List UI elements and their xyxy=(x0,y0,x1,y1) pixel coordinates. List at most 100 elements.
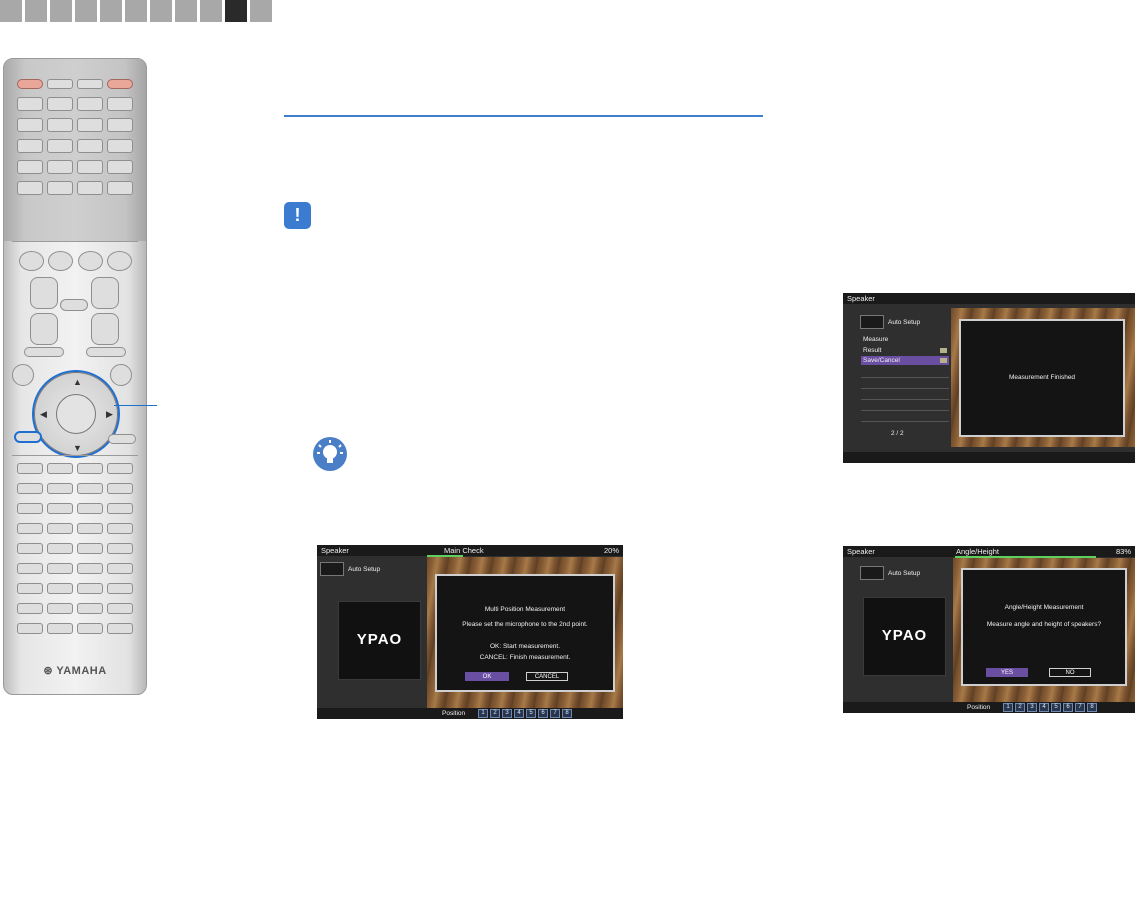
chapter-tab[interactable] xyxy=(50,0,72,22)
menu-separator xyxy=(861,399,949,400)
position-box: 7 xyxy=(550,709,560,718)
power-button xyxy=(17,79,43,89)
remote-button xyxy=(77,463,103,474)
progress-percent: 83% xyxy=(1115,547,1131,556)
volume-down-button xyxy=(30,313,58,345)
ok-line: OK: Start measurement. xyxy=(489,643,561,650)
arrow-left-icon: ◀ xyxy=(40,409,47,419)
remote-button xyxy=(48,251,73,271)
remote-button xyxy=(77,139,103,153)
remote-button xyxy=(17,623,43,634)
remote-button xyxy=(47,603,73,614)
remote-button xyxy=(47,503,73,514)
dialog-message: Measurement Finished xyxy=(1008,374,1076,381)
remote-button xyxy=(17,483,43,494)
return-button-highlight xyxy=(14,431,42,443)
remote-button xyxy=(17,181,43,195)
remote-button xyxy=(107,463,133,474)
dialog-title: Angle/Height Measurement xyxy=(1004,604,1084,611)
position-box: 3 xyxy=(1027,703,1037,712)
yes-button[interactable]: YES xyxy=(986,668,1028,677)
remote-button xyxy=(108,434,136,444)
chapter-tab[interactable] xyxy=(100,0,122,22)
remote-button xyxy=(107,483,133,494)
position-box: 6 xyxy=(538,709,548,718)
remote-button xyxy=(77,603,103,614)
remote-button xyxy=(17,118,43,132)
exclamation-icon: ! xyxy=(284,202,311,229)
enter-button xyxy=(56,394,96,434)
position-box: 8 xyxy=(562,709,572,718)
remote-button xyxy=(24,347,64,357)
menu-item-label: Result xyxy=(863,347,882,354)
auto-setup-icon xyxy=(320,562,344,576)
position-box: 4 xyxy=(1039,703,1049,712)
remote-button xyxy=(17,603,43,614)
chapter-tab[interactable] xyxy=(250,0,272,22)
remote-button xyxy=(107,603,133,614)
auto-setup-label: Auto Setup xyxy=(348,566,381,573)
position-label: Position xyxy=(967,704,991,711)
remote-button xyxy=(107,160,133,174)
no-button[interactable]: NO xyxy=(1049,668,1091,677)
chapter-tab[interactable] xyxy=(0,0,22,22)
ypao-logo-box: YPAO xyxy=(338,601,421,680)
arrow-down-icon: ▼ xyxy=(73,443,82,453)
remote-divider xyxy=(12,455,138,456)
position-box: 5 xyxy=(1051,703,1061,712)
screen-footer xyxy=(843,452,1135,463)
remote-button xyxy=(107,503,133,514)
progress-percent: 20% xyxy=(603,546,619,555)
menu-item-result[interactable]: Result xyxy=(861,346,949,355)
arrow-up-icon: ▲ xyxy=(73,377,82,387)
position-box: 2 xyxy=(490,709,500,718)
position-box: 3 xyxy=(502,709,512,718)
chapter-tab[interactable] xyxy=(200,0,222,22)
remote-button xyxy=(77,79,103,89)
remote-button xyxy=(107,97,133,111)
chapter-tab[interactable] xyxy=(150,0,172,22)
brand-name: YAMAHA xyxy=(56,665,107,677)
screen-header-label: Speaker xyxy=(321,546,349,555)
cursor-pad: ▲ ▼ ◀ ▶ xyxy=(34,372,118,456)
menu-item-label: Save/Cancel xyxy=(863,357,900,364)
page-indicator: 2 / 2 xyxy=(891,430,904,437)
remote-button xyxy=(78,251,103,271)
menu-item-save-cancel[interactable]: Save/Cancel xyxy=(861,356,949,365)
ok-button[interactable]: OK xyxy=(465,672,509,681)
remote-divider xyxy=(12,241,138,242)
menu-heading: Measure xyxy=(863,336,889,343)
remote-button xyxy=(17,523,43,534)
remote-button xyxy=(77,160,103,174)
remote-button xyxy=(47,463,73,474)
remote-button xyxy=(110,364,132,386)
remote-button xyxy=(107,181,133,195)
ypao-logo: YPAO xyxy=(881,627,928,644)
remote-button xyxy=(77,181,103,195)
remote-button xyxy=(77,543,103,554)
remote-button xyxy=(107,563,133,574)
remote-button xyxy=(47,118,73,132)
position-box: 8 xyxy=(1087,703,1097,712)
chapter-tab[interactable] xyxy=(75,0,97,22)
remote-button xyxy=(77,563,103,574)
remote-button xyxy=(17,563,43,574)
yamaha-logo: ⊛ YAMAHA xyxy=(4,664,146,677)
chapter-tab[interactable] xyxy=(25,0,47,22)
remote-button xyxy=(17,543,43,554)
chapter-tab[interactable] xyxy=(175,0,197,22)
remote-button xyxy=(47,97,73,111)
cancel-button[interactable]: CANCEL xyxy=(526,672,568,681)
chapter-tab-active[interactable] xyxy=(225,0,247,22)
remote-button xyxy=(47,583,73,594)
remote-button xyxy=(47,160,73,174)
chapter-tab[interactable] xyxy=(125,0,147,22)
auto-setup-label: Auto Setup xyxy=(888,319,921,326)
remote-button xyxy=(77,523,103,534)
remote-button xyxy=(77,118,103,132)
remote-button xyxy=(77,503,103,514)
arrow-right-icon: ▶ xyxy=(106,409,113,419)
position-bar: Position 12345678 xyxy=(843,702,1135,713)
screen-angle-height: Speaker Angle/Height 83% Auto Setup YPAO… xyxy=(843,546,1135,713)
remote-button xyxy=(77,583,103,594)
